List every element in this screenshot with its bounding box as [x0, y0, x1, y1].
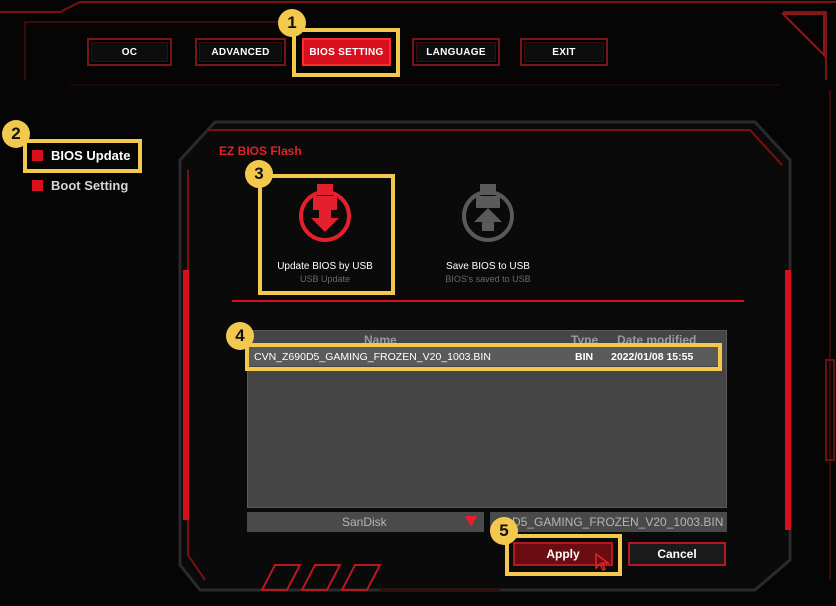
tab-exit[interactable]: EXIT [520, 38, 608, 66]
option-title: Save BIOS to USB [446, 261, 530, 272]
step-badge-4: 4 [226, 322, 254, 350]
tab-oc[interactable]: OC [87, 38, 172, 66]
highlight-update-by-usb [258, 174, 395, 295]
sidebar-item-label: Boot Setting [51, 178, 129, 193]
drive-select[interactable]: SanDisk [247, 512, 484, 532]
step-badge-3: 3 [245, 160, 273, 188]
usb-save-icon [462, 184, 514, 242]
dropdown-arrow-icon [465, 516, 477, 527]
selected-file-field: D5_GAMING_FROZEN_V20_1003.BIN [490, 512, 727, 532]
bullet-icon [32, 180, 43, 191]
highlight-bios-setting [292, 28, 400, 77]
step-badge-2: 2 [2, 120, 30, 148]
option-subtitle: BIOS's saved to USB [445, 274, 531, 284]
selected-file-value: D5_GAMING_FROZEN_V20_1003.BIN [512, 515, 724, 529]
cancel-button[interactable]: Cancel [628, 542, 726, 566]
step-badge-5: 5 [490, 517, 518, 545]
panel-title: EZ BIOS Flash [219, 144, 302, 158]
step-badge-1: 1 [278, 9, 306, 37]
tab-language[interactable]: LANGUAGE [412, 38, 500, 66]
highlight-bios-update [23, 139, 142, 173]
divider [232, 300, 744, 302]
tab-advanced[interactable]: ADVANCED [195, 38, 286, 66]
sidebar-item-boot-setting[interactable]: Boot Setting [32, 178, 128, 193]
highlight-apply [505, 534, 622, 576]
highlight-file-row [245, 343, 722, 371]
drive-select-value: SanDisk [342, 515, 387, 529]
